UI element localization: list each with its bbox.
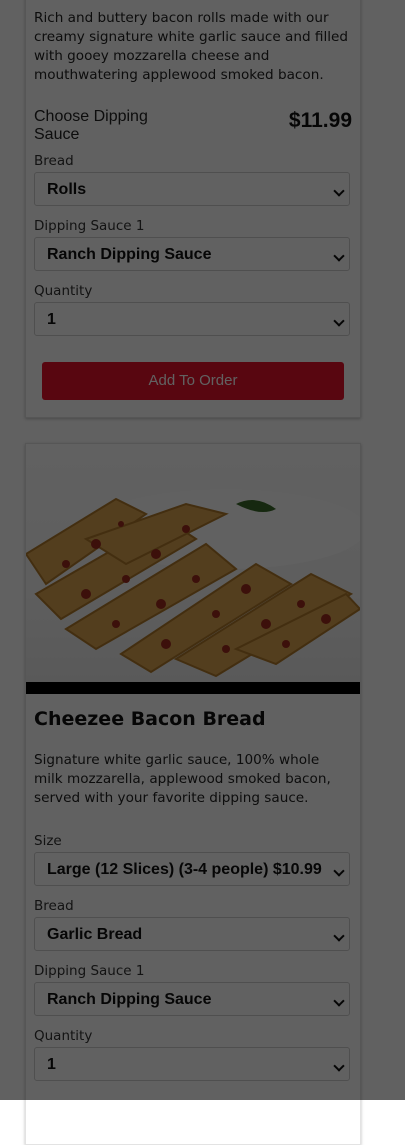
quantity-label: Quantity [34,283,93,299]
quantity-label: Quantity [34,1028,93,1044]
item-description: Signature white garlic sauce, 100% whole… [34,752,331,806]
bacon-bread-image [26,489,360,694]
choose-dipping-sauce-label: Choose Dipping Sauce [34,108,148,143]
chevron-down-icon [333,315,345,327]
quantity-select-value: 1 [47,311,56,328]
chevron-down-icon [333,865,345,877]
bread-select-value: Garlic Bread [47,926,143,943]
quantity-select[interactable]: 1 [34,302,350,336]
chevron-down-icon [333,930,345,942]
dipping-sauce-label: Dipping Sauce 1 [34,963,145,979]
size-select-value: Large (12 Slices) (3-4 people) $10.99 [47,861,322,878]
size-select[interactable]: Large (12 Slices) (3-4 people) $10.99 [34,852,350,886]
chevron-down-icon [333,1060,345,1072]
menu-card-bacon-rolls: Rich and buttery bacon rolls made with o… [25,0,361,418]
menu-card-cheezee-bacon-bread: Cheezee Bacon Bread Signature white garl… [25,443,361,1145]
bread-select[interactable]: Garlic Bread [34,917,350,951]
dipping-sauce-select-value: Ranch Dipping Sauce [47,246,212,263]
dipping-sauce-select-value: Ranch Dipping Sauce [47,991,212,1008]
bread-select-value: Rolls [47,181,87,198]
item-title: Cheezee Bacon Bread [34,708,266,730]
dipping-sauce-label: Dipping Sauce 1 [34,218,145,234]
quantity-select[interactable]: 1 [34,1047,350,1081]
dipping-sauce-select[interactable]: Ranch Dipping Sauce [34,237,350,271]
chevron-down-icon [333,995,345,1007]
size-label: Size [34,833,62,849]
item-description: Rich and buttery bacon rolls made with o… [34,10,349,83]
bread-select[interactable]: Rolls [34,172,350,206]
add-to-order-button[interactable]: Add To Order [42,362,344,400]
chevron-down-icon [333,185,345,197]
bread-label: Bread [34,153,74,169]
product-photo [26,444,360,694]
chevron-down-icon [333,250,345,262]
item-price: $11.99 [288,109,352,132]
quantity-select-value: 1 [47,1056,56,1073]
dipping-sauce-select[interactable]: Ranch Dipping Sauce [34,982,350,1016]
bread-label: Bread [34,898,74,914]
